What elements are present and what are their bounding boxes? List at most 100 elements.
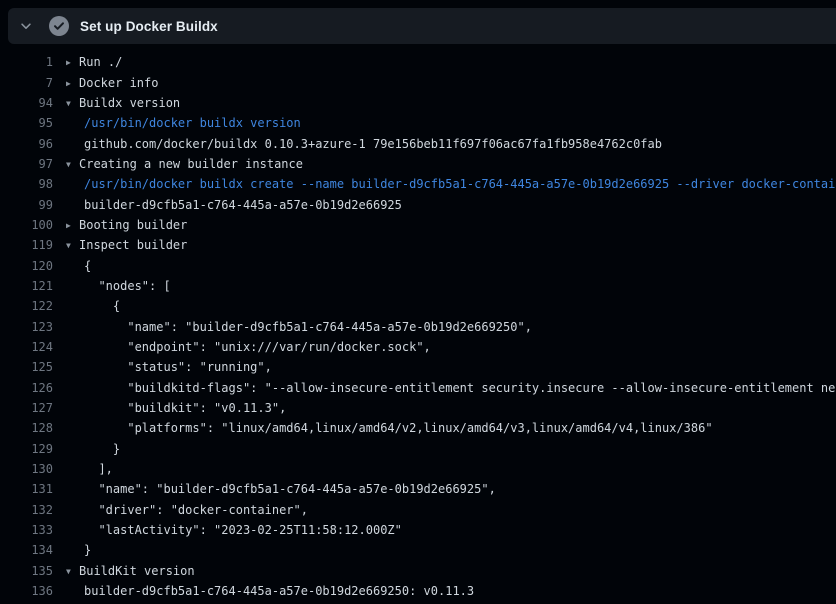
line-number[interactable]: 136	[0, 584, 53, 598]
line-number[interactable]: 7	[0, 76, 53, 90]
step-header[interactable]: Set up Docker Buildx	[8, 8, 836, 44]
line-number[interactable]: 129	[0, 442, 53, 456]
line-number[interactable]: 130	[0, 462, 53, 476]
line-number[interactable]: 133	[0, 523, 53, 537]
log-line: 133 "lastActivity": "2023-02-25T11:58:12…	[0, 520, 836, 540]
log-line: 121 "nodes": [	[0, 276, 836, 296]
line-number[interactable]: 97	[0, 157, 53, 171]
log-group-title: Buildx version	[79, 96, 180, 110]
log-line: 95/usr/bin/docker buildx version	[0, 113, 836, 133]
log-output-text: "buildkit": "v0.11.3",	[66, 401, 286, 415]
caret-expanded-icon[interactable]: ▼	[66, 241, 79, 250]
log-group-header[interactable]: ▼Inspect builder	[66, 238, 187, 252]
log-output-text: "name": "builder-d9cfb5a1-c764-445a-a57e…	[66, 320, 532, 334]
log-line: 119 ▼Inspect builder	[0, 235, 836, 255]
log-group-title: Docker info	[79, 76, 158, 90]
log-line: 131 "name": "builder-d9cfb5a1-c764-445a-…	[0, 479, 836, 499]
log-group-header[interactable]: ▼Creating a new builder instance	[66, 157, 303, 171]
log-group-title: BuildKit version	[79, 564, 195, 578]
log-line: 98/usr/bin/docker buildx create --name b…	[0, 174, 836, 194]
caret-collapsed-icon[interactable]: ▶	[66, 79, 79, 88]
log-output-text: }	[66, 442, 120, 456]
check-circle-icon	[49, 16, 69, 36]
line-number[interactable]: 96	[0, 137, 53, 151]
log-line: 1 ▶Run ./	[0, 52, 836, 72]
caret-expanded-icon[interactable]: ▼	[66, 99, 79, 108]
log-line: 127 "buildkit": "v0.11.3",	[0, 398, 836, 418]
log-group-header[interactable]: ▼Buildx version	[66, 96, 180, 110]
log-output-text: builder-d9cfb5a1-c764-445a-a57e-0b19d2e6…	[66, 584, 474, 598]
line-number[interactable]: 134	[0, 543, 53, 557]
log-line: 129 }	[0, 439, 836, 459]
log-output-text: ],	[66, 462, 113, 476]
caret-expanded-icon[interactable]: ▼	[66, 160, 79, 169]
line-number[interactable]: 123	[0, 320, 53, 334]
log-group-header[interactable]: ▶Booting builder	[66, 218, 187, 232]
log-output-text: "lastActivity": "2023-02-25T11:58:12.000…	[66, 523, 402, 537]
log-output-text: builder-d9cfb5a1-c764-445a-a57e-0b19d2e6…	[66, 198, 402, 212]
log-line: 123 "name": "builder-d9cfb5a1-c764-445a-…	[0, 316, 836, 336]
line-number[interactable]: 100	[0, 218, 53, 232]
log-line: 99 builder-d9cfb5a1-c764-445a-a57e-0b19d2…	[0, 194, 836, 214]
log-output-text: "endpoint": "unix:///var/run/docker.sock…	[66, 340, 431, 354]
log-line: 94 ▼Buildx version	[0, 93, 836, 113]
log-line: 124 "endpoint": "unix:///var/run/docker.…	[0, 337, 836, 357]
line-number[interactable]: 122	[0, 299, 53, 313]
line-number[interactable]: 95	[0, 116, 53, 130]
log-line: 126 "buildkitd-flags": "--allow-insecure…	[0, 378, 836, 398]
log-command-text: /usr/bin/docker buildx version	[66, 116, 301, 130]
chevron-down-icon[interactable]	[18, 18, 34, 34]
log-group-title: Run ./	[79, 55, 122, 69]
caret-expanded-icon[interactable]: ▼	[66, 567, 79, 576]
log-line: 122 {	[0, 296, 836, 316]
log-output-text: "nodes": [	[66, 279, 171, 293]
log-output-text: "platforms": "linux/amd64,linux/amd64/v2…	[66, 421, 713, 435]
log-line: 100 ▶Booting builder	[0, 215, 836, 235]
log-group-header[interactable]: ▶Docker info	[66, 76, 158, 90]
log-group-title: Inspect builder	[79, 238, 187, 252]
log-output-text: "name": "builder-d9cfb5a1-c764-445a-a57e…	[66, 482, 496, 496]
line-number[interactable]: 132	[0, 503, 53, 517]
log-line: 120 {	[0, 255, 836, 275]
log-viewer: 1▶Run ./7▶Docker info94▼Buildx version95…	[0, 52, 836, 604]
line-number[interactable]: 126	[0, 381, 53, 395]
line-number[interactable]: 128	[0, 421, 53, 435]
line-number[interactable]: 125	[0, 360, 53, 374]
log-group-header[interactable]: ▶Run ./	[66, 55, 122, 69]
log-line: 135 ▼BuildKit version	[0, 561, 836, 581]
line-number[interactable]: 98	[0, 177, 53, 191]
log-line: 130 ],	[0, 459, 836, 479]
step-title: Set up Docker Buildx	[80, 19, 218, 34]
log-line: 128 "platforms": "linux/amd64,linux/amd6…	[0, 418, 836, 438]
caret-collapsed-icon[interactable]: ▶	[66, 58, 79, 67]
line-number[interactable]: 135	[0, 564, 53, 578]
log-line: 134}	[0, 540, 836, 560]
log-output-text: github.com/docker/buildx 0.10.3+azure-1 …	[66, 137, 662, 151]
line-number[interactable]: 99	[0, 198, 53, 212]
log-output-text: {	[66, 259, 91, 273]
line-number[interactable]: 131	[0, 482, 53, 496]
log-command-text: /usr/bin/docker buildx create --name bui…	[66, 177, 836, 191]
log-output-text: }	[66, 543, 91, 557]
log-line: 96 github.com/docker/buildx 0.10.3+azure-…	[0, 133, 836, 153]
log-output-text: "driver": "docker-container",	[66, 503, 308, 517]
log-output-text: {	[66, 299, 120, 313]
log-line: 97 ▼Creating a new builder instance	[0, 154, 836, 174]
line-number[interactable]: 124	[0, 340, 53, 354]
log-line: 7 ▶Docker info	[0, 72, 836, 92]
log-group-header[interactable]: ▼BuildKit version	[66, 564, 195, 578]
log-line: 136 builder-d9cfb5a1-c764-445a-a57e-0b19d…	[0, 581, 836, 601]
log-group-title: Booting builder	[79, 218, 187, 232]
line-number[interactable]: 1	[0, 55, 53, 69]
line-number[interactable]: 119	[0, 238, 53, 252]
log-line: 125 "status": "running",	[0, 357, 836, 377]
log-line: 132 "driver": "docker-container",	[0, 500, 836, 520]
line-number[interactable]: 121	[0, 279, 53, 293]
caret-collapsed-icon[interactable]: ▶	[66, 221, 79, 230]
line-number[interactable]: 94	[0, 96, 53, 110]
log-output-text: "buildkitd-flags": "--allow-insecure-ent…	[66, 381, 836, 395]
log-group-title: Creating a new builder instance	[79, 157, 303, 171]
log-output-text: "status": "running",	[66, 360, 272, 374]
line-number[interactable]: 120	[0, 259, 53, 273]
line-number[interactable]: 127	[0, 401, 53, 415]
